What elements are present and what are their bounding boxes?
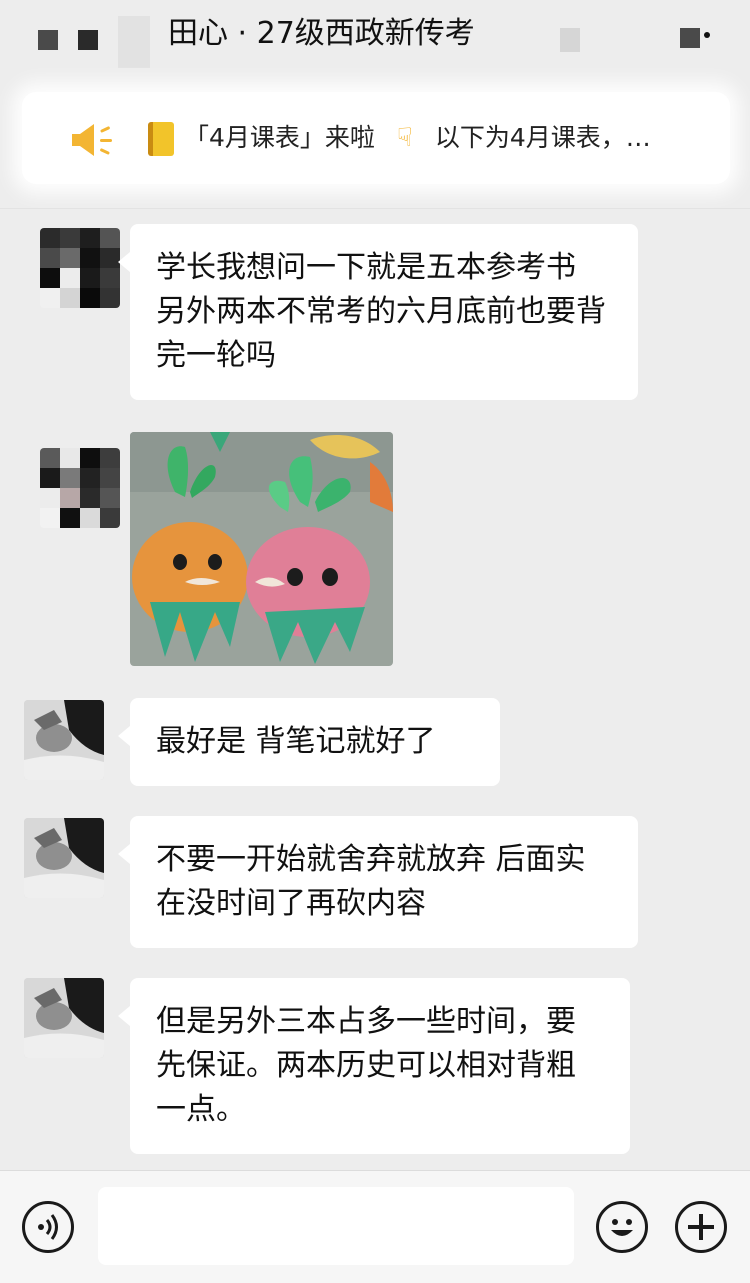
pointing-down-hand-icon: ☟ (396, 123, 413, 153)
more-button[interactable] (560, 28, 720, 52)
person-photo-icon (24, 700, 104, 780)
pinned-text-part2: 以下为4月课表，… (434, 123, 651, 152)
avatar[interactable] (40, 228, 120, 308)
voice-icon[interactable] (22, 1201, 74, 1253)
chat-title: 田心 · 27级西政新传考 (168, 16, 475, 51)
message-bubble[interactable]: 但是另外三本占多一些时间，要先保证。两本历史可以相对背粗一点。 (118, 978, 630, 1154)
pinned-announcement[interactable]: 「4月课表」来啦 ☟ 以下为4月课表，… (22, 92, 730, 184)
chat-screen: 田心 · 27级西政新传考 「4月课表」来啦 ☟ 以下为4月课表，… 学长我想问… (0, 0, 750, 1283)
speaker-icon (72, 124, 112, 156)
chat-header: 田心 · 27级西政新传考 (0, 0, 750, 80)
plus-icon[interactable] (675, 1201, 727, 1253)
pinned-text: 「4月课表」来啦 ☟ 以下为4月课表，… (184, 116, 724, 160)
message-bubble[interactable]: 最好是 背笔记就好了 (118, 698, 500, 786)
notebook-icon (148, 122, 174, 156)
radish-sticker[interactable] (130, 432, 393, 666)
message-bubble[interactable]: 不要一开始就舍弃就放弃 后面实在没时间了再砍内容 (118, 816, 638, 948)
message-text: 最好是 背笔记就好了 (156, 724, 436, 759)
message-text: 不要一开始就舍弃就放弃 后面实在没时间了再砍内容 (156, 842, 586, 921)
input-bar (0, 1170, 750, 1283)
back-button[interactable] (38, 16, 150, 68)
avatar[interactable] (24, 818, 104, 898)
avatar[interactable] (40, 448, 120, 528)
message-text: 但是另外三本占多一些时间，要先保证。两本历史可以相对背粗一点。 (156, 1004, 576, 1127)
divider (0, 208, 750, 209)
emoji-icon[interactable] (596, 1201, 648, 1253)
message-text: 学长我想问一下就是五本参考书 另外两本不常考的六月底前也要背完一轮吗 (156, 250, 606, 373)
avatar[interactable] (24, 700, 104, 780)
person-photo-icon (24, 978, 104, 1058)
message-input[interactable] (98, 1187, 574, 1265)
message-bubble[interactable]: 学长我想问一下就是五本参考书 另外两本不常考的六月底前也要背完一轮吗 (118, 224, 638, 400)
pinned-text-part1: 「4月课表」来啦 (184, 123, 375, 152)
person-photo-icon (24, 818, 104, 898)
avatar[interactable] (24, 978, 104, 1058)
